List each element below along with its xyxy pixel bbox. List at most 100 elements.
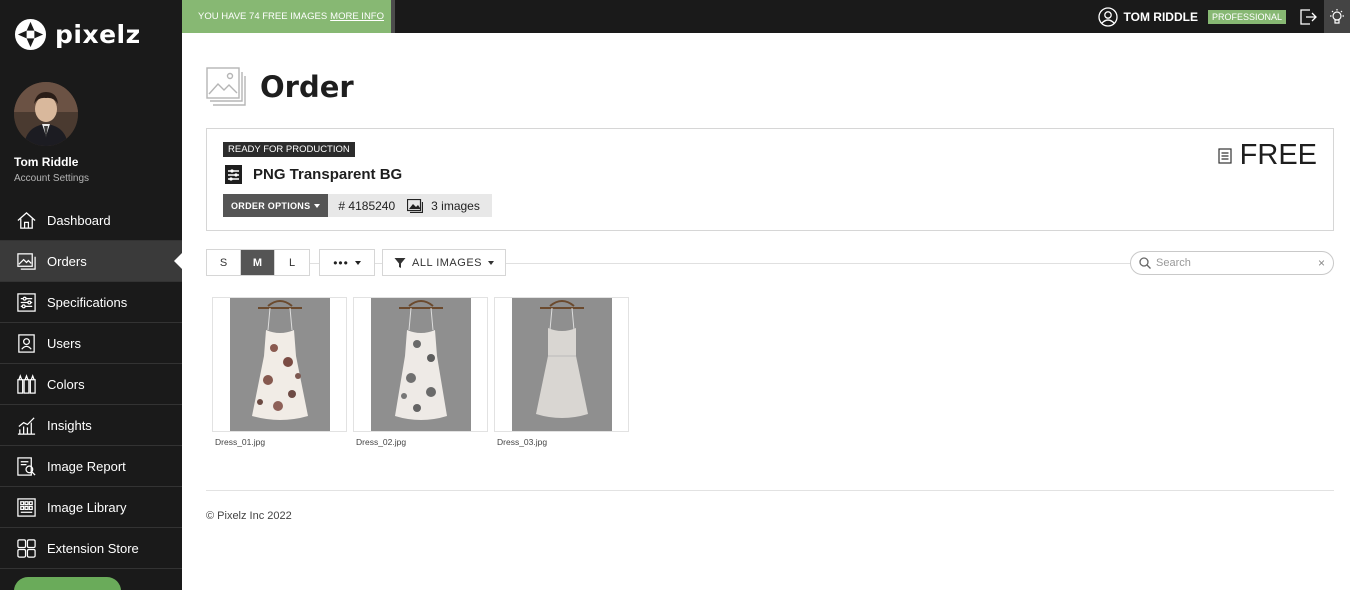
caret-down-icon	[314, 203, 321, 208]
sidebar-item-image-report[interactable]: Image Report	[0, 446, 182, 487]
plan-badge: PROFESSIONAL	[1207, 9, 1286, 24]
image-count: 3 images	[407, 198, 492, 213]
footer-divider	[206, 490, 1334, 491]
sidebar-item-label: Colors	[47, 376, 85, 392]
report-search-icon	[17, 456, 36, 476]
sidebar-item-users[interactable]: Users	[0, 323, 182, 364]
chart-icon	[17, 416, 36, 435]
filter-icon	[394, 257, 406, 268]
home-icon	[17, 211, 36, 229]
sidebar-item-orders[interactable]: Orders	[0, 241, 182, 282]
pixelz-logo-icon	[14, 18, 47, 51]
price-label: FREE	[1239, 139, 1317, 171]
sidebar-item-label: Extension Store	[47, 540, 139, 556]
image-toolbar: S M L ••• ALL IMAGES ×	[206, 249, 1334, 277]
user-menu[interactable]: TOM RIDDLE	[1097, 6, 1198, 27]
avatar[interactable]	[14, 82, 78, 146]
invoice-icon[interactable]	[1218, 147, 1232, 164]
sidebar-item-insights[interactable]: Insights	[0, 405, 182, 446]
dress-thumbnail	[229, 298, 330, 431]
image-count-label: 3 images	[431, 198, 480, 213]
dress-image	[229, 298, 330, 431]
copyright: © Pixelz Inc 2022	[206, 510, 292, 522]
more-actions-button[interactable]: •••	[319, 249, 375, 276]
logo-text: pixelz	[55, 20, 141, 49]
help-button[interactable]	[14, 577, 121, 590]
sidebar-item-image-library[interactable]: Image Library	[0, 487, 182, 528]
lightbulb-icon	[1330, 8, 1344, 24]
dress-thumbnail	[370, 298, 471, 431]
size-small-button[interactable]: S	[207, 250, 241, 275]
order-id: # 4185240	[338, 198, 396, 213]
image-filename: Dress_01.jpg	[215, 437, 266, 447]
search-icon	[1139, 257, 1151, 269]
dress-image	[370, 298, 471, 431]
product-name: PNG Transparent BG	[223, 163, 402, 185]
page-title: Order	[260, 70, 354, 104]
search-box: ×	[1130, 251, 1334, 275]
sidebar: pixelz Tom Riddle Account Settings Dashb…	[0, 0, 182, 590]
more-actions-label: •••	[333, 255, 349, 270]
image-card[interactable]: Dress_03.jpg	[494, 297, 629, 447]
sidebar-item-label: Specifications	[47, 294, 128, 310]
order-meta: ORDER OPTIONS # 4185240 3 images	[223, 194, 492, 217]
image-filename: Dress_03.jpg	[497, 437, 548, 447]
search-input[interactable]	[1156, 257, 1313, 269]
page-header: Order	[206, 67, 354, 107]
thumbnail-frame	[494, 297, 629, 432]
order-options-label: ORDER OPTIONS	[231, 200, 311, 211]
size-large-button[interactable]: L	[275, 250, 309, 275]
clear-search-icon[interactable]: ×	[1318, 256, 1325, 270]
user-card-icon	[18, 333, 35, 353]
sidebar-item-label: Users	[47, 335, 81, 351]
status-badge: READY FOR PRODUCTION	[223, 142, 355, 157]
logout-icon[interactable]	[1298, 7, 1318, 27]
more-info-link[interactable]: MORE INFO	[330, 11, 384, 22]
topbar-user-name: TOM RIDDLE	[1123, 9, 1198, 24]
image-stack-icon	[17, 252, 36, 270]
dress-image	[511, 298, 612, 431]
sidebar-item-dashboard[interactable]: Dashboard	[0, 200, 182, 241]
paint-tubes-icon	[17, 373, 36, 394]
thumbnail-size-selector: S M L	[206, 249, 310, 276]
user-name: Tom Riddle	[14, 155, 79, 169]
logo[interactable]: pixelz	[14, 18, 141, 51]
top-bar: YOU HAVE 74 FREE IMAGES MORE INFO TOM RI…	[182, 0, 1350, 33]
order-images-icon	[206, 67, 246, 106]
order-summary: READY FOR PRODUCTION PNG Transparent BG …	[206, 128, 1334, 231]
size-medium-button[interactable]: M	[241, 250, 275, 275]
sliders-icon	[17, 292, 36, 312]
extensions-icon	[17, 538, 36, 558]
avatar-image	[14, 82, 78, 146]
product-type-icon	[225, 165, 242, 184]
top-right-controls: TOM RIDDLE PROFESSIONAL	[1097, 0, 1350, 33]
image-grid: Dress_01.jpg Dress_02.jpg Dress_03.jpg	[212, 297, 629, 447]
main-content: Order READY FOR PRODUCTION PNG Transpare…	[182, 33, 1350, 590]
dress-thumbnail	[511, 298, 612, 431]
sidebar-item-label: Insights	[47, 417, 92, 433]
product-label: PNG Transparent BG	[253, 165, 403, 183]
account-settings-link[interactable]: Account Settings	[14, 173, 89, 184]
image-card[interactable]: Dress_02.jpg	[353, 297, 488, 447]
filter-dropdown[interactable]: ALL IMAGES	[382, 249, 506, 276]
order-price: FREE	[1218, 139, 1317, 172]
images-icon	[407, 198, 424, 213]
sidebar-item-label: Image Report	[47, 458, 126, 474]
tips-button[interactable]	[1324, 0, 1350, 33]
caret-down-icon	[354, 260, 361, 265]
image-card[interactable]: Dress_01.jpg	[212, 297, 347, 447]
sidebar-item-specifications[interactable]: Specifications	[0, 282, 182, 323]
free-images-banner: YOU HAVE 74 FREE IMAGES MORE INFO	[182, 0, 395, 33]
promo-text: YOU HAVE 74 FREE IMAGES	[198, 11, 328, 22]
filter-label: ALL IMAGES	[411, 256, 482, 269]
sidebar-item-extension-store[interactable]: Extension Store	[0, 528, 182, 569]
sidebar-nav: Dashboard Orders Specifications Users Co…	[0, 200, 182, 569]
image-filename: Dress_02.jpg	[356, 437, 407, 447]
sidebar-item-colors[interactable]: Colors	[0, 364, 182, 405]
thumbnail-frame	[353, 297, 488, 432]
grid-library-icon	[17, 497, 36, 517]
order-options-button[interactable]: ORDER OPTIONS	[223, 194, 329, 217]
caret-down-icon	[488, 260, 494, 265]
sidebar-item-label: Orders	[47, 253, 87, 269]
user-circle-icon	[1097, 6, 1118, 27]
